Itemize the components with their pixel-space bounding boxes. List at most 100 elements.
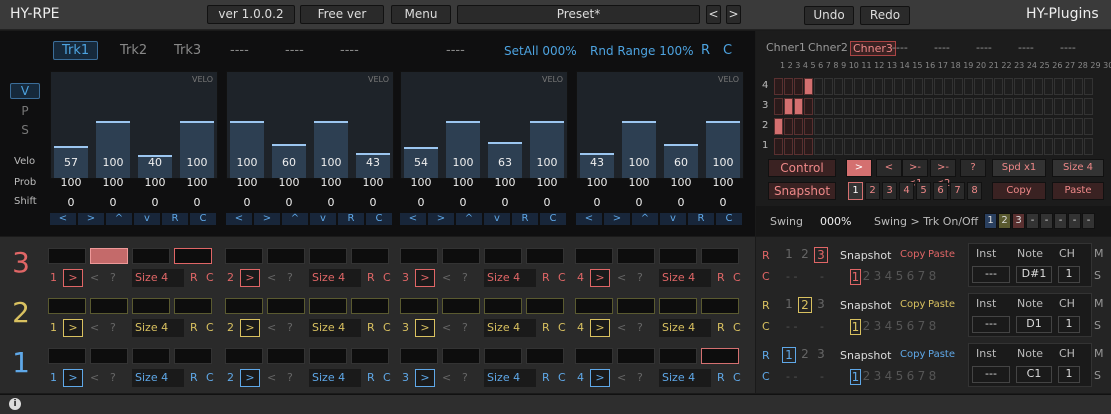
clear-button[interactable]: C — [383, 269, 391, 287]
grid-step-cell[interactable] — [1004, 98, 1013, 115]
lane-step-cell[interactable] — [442, 248, 480, 264]
clear-button[interactable]: C — [206, 369, 214, 387]
velo-value[interactable]: 100 — [448, 156, 478, 169]
speed-select[interactable]: Spd x1 — [992, 159, 1046, 177]
nav-button[interactable]: ^ — [106, 213, 132, 225]
velocity-bar[interactable] — [180, 121, 214, 178]
direction-button[interactable]: > — [240, 319, 260, 337]
grid-step-cell[interactable] — [1024, 98, 1033, 115]
lane-snapshot-slot[interactable]: 2 — [861, 319, 872, 333]
back-button[interactable]: < — [617, 319, 626, 337]
randomize-button[interactable]: R — [542, 269, 550, 287]
random-button[interactable]: ? — [287, 269, 293, 287]
lane-snapshot-slot[interactable]: 5 — [894, 269, 905, 283]
clear-button[interactable]: C — [558, 319, 566, 337]
grid-step-cell[interactable] — [794, 138, 803, 155]
randomize-button[interactable]: R — [190, 369, 198, 387]
lane-snapshot-slot[interactable]: 7 — [916, 269, 927, 283]
direction-button[interactable]: > — [415, 269, 435, 287]
velo-value[interactable]: 100 — [182, 156, 212, 169]
note-field[interactable]: C1 — [1016, 366, 1052, 383]
velocity-bar[interactable] — [622, 121, 656, 178]
mode-prob-button[interactable]: P — [10, 104, 40, 118]
lane-snapshot-slot[interactable]: 3 — [872, 319, 883, 333]
back-button[interactable]: < — [442, 369, 451, 387]
velo-value[interactable]: 43 — [582, 156, 612, 169]
set-all-button[interactable]: SetAll 000% — [504, 44, 577, 58]
nav-button[interactable]: R — [338, 213, 364, 225]
shift-value[interactable]: 0 — [406, 196, 436, 209]
grid-step-cell[interactable] — [834, 118, 843, 135]
copy-button[interactable]: Copy — [992, 182, 1046, 200]
lane-step-cell[interactable] — [400, 298, 438, 314]
size-select[interactable]: Size 4 — [659, 369, 711, 387]
size-select[interactable]: Size 4 — [1052, 159, 1104, 177]
solo-button[interactable]: S — [1094, 269, 1101, 282]
shift-value[interactable]: 0 — [708, 196, 738, 209]
clear-button[interactable]: C — [206, 319, 214, 337]
grid-step-cell[interactable] — [814, 98, 823, 115]
shift-value[interactable]: 0 — [140, 196, 170, 209]
lane-step-cell[interactable] — [309, 298, 347, 314]
prob-value[interactable]: 100 — [316, 176, 346, 189]
grid-step-cell[interactable] — [1034, 118, 1043, 135]
snapshot-slot[interactable]: 5 — [916, 182, 931, 200]
grid-step-cell[interactable] — [1024, 138, 1033, 155]
info-icon[interactable]: i — [9, 398, 21, 410]
lane-step-cell[interactable] — [659, 348, 697, 364]
snapshot-slot[interactable]: 2 — [865, 182, 880, 200]
back-button[interactable]: < — [617, 369, 626, 387]
grid-step-cell[interactable] — [944, 98, 953, 115]
grid-step-cell[interactable] — [934, 98, 943, 115]
shift-value[interactable]: 0 — [98, 196, 128, 209]
grid-step-cell[interactable] — [1024, 118, 1033, 135]
velo-value[interactable]: 57 — [56, 156, 86, 169]
grid-step-cell[interactable] — [854, 98, 863, 115]
nav-button[interactable]: C — [366, 213, 392, 225]
grid-step-cell[interactable] — [844, 118, 853, 135]
grid-step-cell[interactable] — [974, 78, 983, 95]
grid-step-cell[interactable] — [1084, 138, 1093, 155]
size-select[interactable]: Size 4 — [484, 269, 536, 287]
grid-step-cell[interactable] — [984, 118, 993, 135]
size-select[interactable]: Size 4 — [132, 269, 184, 287]
nav-button[interactable]: v — [484, 213, 510, 225]
grid-step-cell[interactable] — [864, 78, 873, 95]
shift-value[interactable]: 0 — [316, 196, 346, 209]
grid-step-cell[interactable] — [874, 98, 883, 115]
prob-value[interactable]: 100 — [232, 176, 262, 189]
tab-trk2[interactable]: Trk2 — [120, 43, 147, 58]
mode-shift-button[interactable]: S — [10, 123, 40, 137]
grid-step-cell[interactable] — [924, 118, 933, 135]
grid-step-cell[interactable] — [954, 138, 963, 155]
lane-step-cell[interactable] — [132, 348, 170, 364]
grid-step-cell[interactable] — [954, 78, 963, 95]
prob-value[interactable]: 100 — [532, 176, 562, 189]
grid-step-cell[interactable] — [934, 138, 943, 155]
control-button[interactable]: Control — [768, 159, 836, 177]
random-button[interactable]: ? — [110, 319, 116, 337]
direction-button[interactable]: > — [63, 319, 83, 337]
channer-tab[interactable]: ---- — [934, 41, 950, 54]
snapshot-button[interactable]: Snapshot — [768, 182, 836, 200]
lane-step-cell[interactable] — [701, 298, 739, 314]
randomize-button[interactable]: R — [701, 43, 710, 58]
lane-snapshot-slot[interactable]: 6 — [905, 369, 916, 383]
grid-step-cell[interactable] — [784, 118, 793, 135]
prob-value[interactable]: 100 — [98, 176, 128, 189]
lane-step-cell[interactable] — [659, 248, 697, 264]
prob-value[interactable]: 100 — [582, 176, 612, 189]
shift-value[interactable]: 0 — [490, 196, 520, 209]
paste-button[interactable]: Paste — [928, 349, 955, 360]
grid-step-cell[interactable] — [904, 98, 913, 115]
random-button[interactable]: ? — [287, 319, 293, 337]
lane-step-cell[interactable] — [701, 348, 739, 364]
prob-value[interactable]: 100 — [708, 176, 738, 189]
prob-value[interactable]: 100 — [358, 176, 388, 189]
grid-step-cell[interactable] — [1034, 78, 1043, 95]
random-button[interactable]: ? — [462, 319, 468, 337]
lane-snapshot-slot[interactable]: 8 — [927, 369, 938, 383]
size-select[interactable]: Size 4 — [132, 319, 184, 337]
preset-field[interactable]: Preset* — [457, 5, 700, 24]
grid-step-cell[interactable] — [854, 118, 863, 135]
